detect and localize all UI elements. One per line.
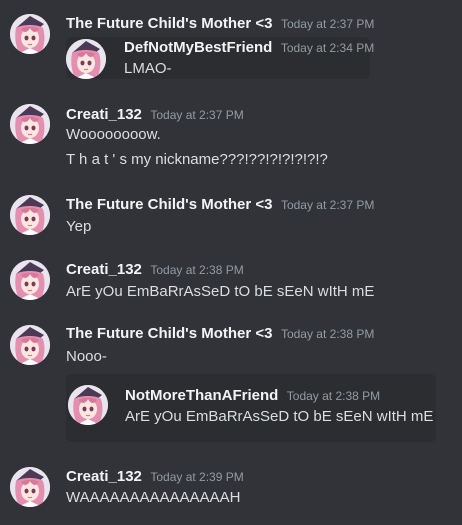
avatar[interactable] [10,467,50,507]
author-name[interactable]: The Future Child's Mother <3 [66,15,273,32]
message-text: Woooooooow. [66,126,161,143]
quoted-text: ArE yOu EmBaRrAsSeD tO bE sEeN wItH mE [125,408,434,425]
author-name[interactable]: The Future Child's Mother <3 [66,325,273,342]
timestamp: Today at 2:38 PM [280,327,375,341]
quoted-message[interactable]: NotMoreThanAFriend Today at 2:38 PM ArE … [66,374,436,442]
quoted-text: LMAO- [124,60,172,77]
timestamp: Today at 2:37 PM [150,108,244,122]
quoted-timestamp: Today at 2:34 PM [280,41,375,55]
avatar-image [10,467,50,507]
message-text: ArE yOu EmBaRrAsSeD tO bE sEeN wItH mE [66,283,375,300]
avatar-image [10,14,50,54]
quoted-timestamp: Today at 2:38 PM [286,389,381,403]
message-text: Yep [66,218,92,235]
author-name[interactable]: The Future Child's Mother <3 [66,196,273,213]
message-text: T h a t ' s my nickname???!??!?!?!?!?!? [66,151,328,168]
timestamp: Today at 2:37 PM [280,17,375,31]
quoted-message[interactable]: DefNotMyBestFriend Today at 2:34 PM LMAO… [66,37,374,79]
avatar[interactable] [10,195,50,235]
quoted-author: DefNotMyBestFriend [124,39,273,56]
avatar[interactable] [10,325,50,365]
avatar-image [68,385,108,425]
avatar[interactable] [10,260,50,300]
author-name[interactable]: Creati_132 [66,468,142,485]
timestamp: Today at 2:38 PM [150,263,244,277]
message-text: Nooo- [66,348,107,365]
message-header: Creati_132 Today at 2:37 PM [66,106,244,124]
avatar[interactable] [10,14,50,54]
quoted-author: NotMoreThanAFriend [125,387,279,404]
avatar[interactable] [10,104,50,144]
message-header: The Future Child's Mother <3 Today at 2:… [66,325,374,343]
author-name[interactable]: Creati_132 [66,106,142,123]
avatar-image [10,195,50,235]
timestamp: Today at 2:37 PM [280,198,375,212]
avatar-image [10,325,50,365]
avatar-image [10,260,50,300]
message-header: The Future Child's Mother <3 Today at 2:… [66,15,374,33]
avatar [66,39,106,79]
message-header: Creati_132 Today at 2:38 PM [66,261,244,279]
author-name[interactable]: Creati_132 [66,261,142,278]
timestamp: Today at 2:39 PM [150,470,244,484]
message-header: Creati_132 Today at 2:39 PM [66,468,244,486]
quoted-header: NotMoreThanAFriend Today at 2:38 PM [125,387,380,405]
avatar-image [66,39,106,79]
quoted-header: DefNotMyBestFriend Today at 2:34 PM [124,39,374,57]
message-text: WAAAAAAAAAAAAAAAH [66,489,241,506]
avatar [68,385,108,425]
message-header: The Future Child's Mother <3 Today at 2:… [66,196,374,214]
avatar-image [10,104,50,144]
